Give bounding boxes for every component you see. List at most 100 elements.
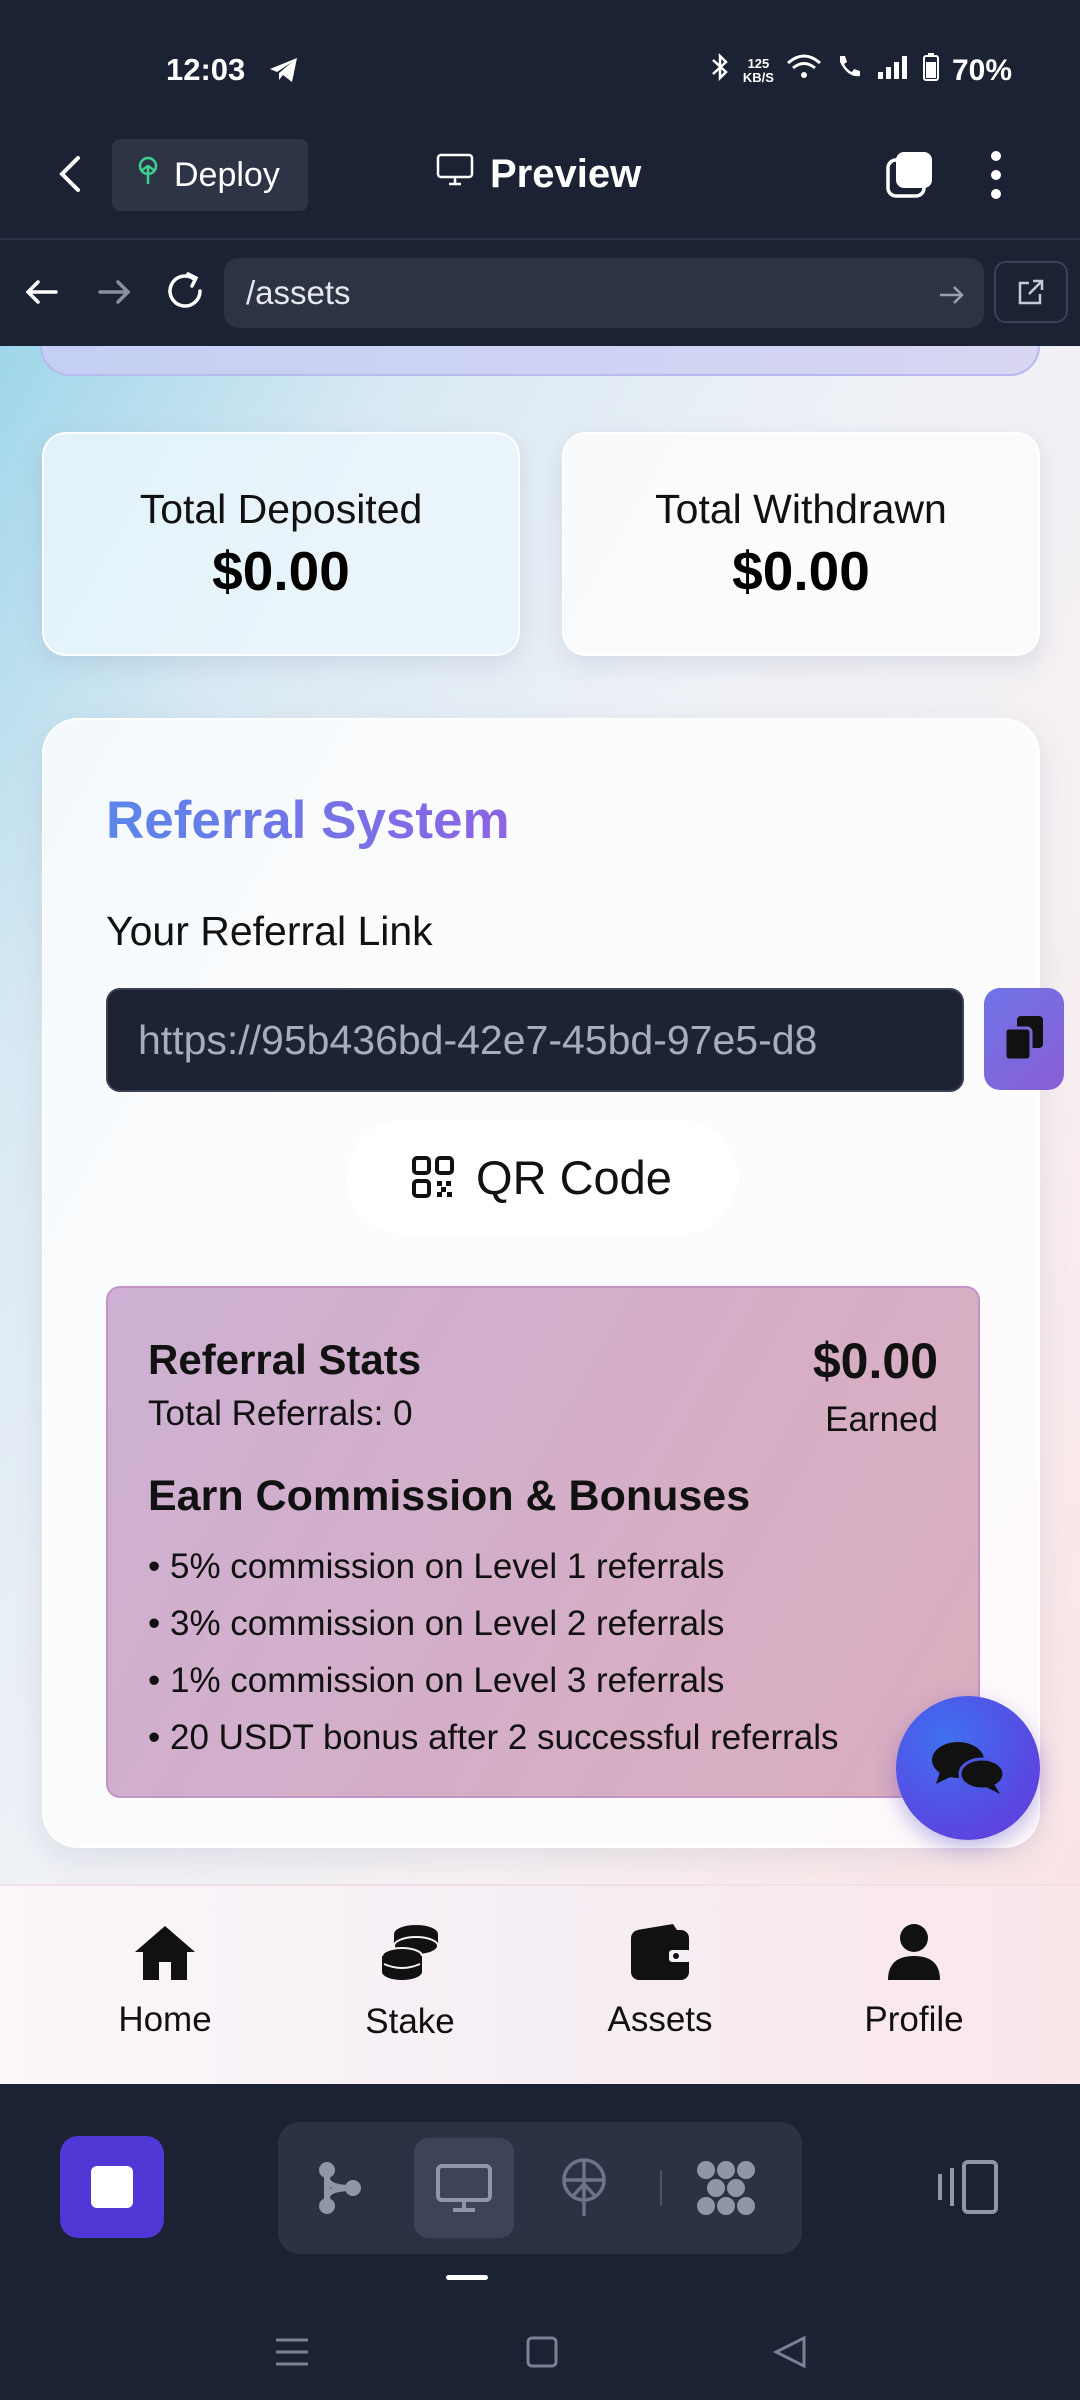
battery-icon [922,52,940,90]
withdrawn-label: Total Withdrawn [655,485,947,532]
triangle-back-icon [772,2335,806,2369]
browser-back-button[interactable] [20,270,64,314]
referral-stats-box: Referral Stats Total Referrals: 0 $0.00 … [106,1286,980,1798]
stop-icon [91,2166,133,2208]
wifi-icon [786,53,822,89]
system-back-button[interactable] [770,2332,810,2372]
dock-layout-button[interactable] [936,2158,1000,2216]
chat-icon [932,1742,1006,1794]
referral-title: Referral System [106,791,510,850]
commission-list: • 5% commission on Level 1 referrals • 3… [148,1538,968,1766]
menu-icon [276,2338,308,2366]
call-icon [834,52,864,90]
external-link-icon [1018,279,1044,305]
deposited-value: $0.00 [212,539,350,602]
earned-label: Earned [825,1400,938,1439]
recents-button[interactable] [272,2332,312,2372]
net-speed-value: 125 [747,56,770,71]
deploy-icon [562,2158,606,2216]
referral-stats-title: Referral Stats [148,1336,422,1383]
monitor-icon [436,2164,492,2212]
apps-grid-icon [697,2161,755,2215]
url-text: /assets [246,274,351,311]
monitor-icon [436,152,474,197]
chat-button[interactable] [896,1696,1040,1840]
preview-title: Preview [436,146,641,202]
open-external-button[interactable] [994,261,1068,323]
copy-link-button[interactable] [984,988,1064,1090]
qr-code-label: QR Code [476,1150,672,1204]
more-vertical-icon [991,151,1001,199]
square-icon [526,2336,558,2368]
user-icon [888,1924,940,1980]
battery-percent: 70% [951,54,1012,87]
status-indicators: 125 KB/S 70% [709,52,1012,90]
chevron-left-icon [59,156,80,192]
referral-link-label: Your Referral Link [106,908,433,954]
dock-deploy-button[interactable] [534,2138,634,2238]
list-item: • 3% commission on Level 2 referrals [148,1604,725,1643]
nav-stake-label: Stake [365,2002,455,2041]
reload-icon [168,272,202,308]
url-go-icon[interactable] [936,280,966,310]
qr-code-button[interactable]: QR Code [346,1120,738,1234]
status-bar: 12:03 125 KB/S 70% [0,0,1080,130]
nav-home-label: Home [118,2000,212,2039]
earned-amount: $0.00 [812,1333,938,1389]
dock-separator [660,2170,662,2206]
qr-code-icon [412,1156,455,1198]
total-withdrawn-card: Total Withdrawn $0.00 [562,432,1040,656]
home-button[interactable] [522,2332,562,2372]
tabs-button[interactable] [884,150,934,200]
telegram-icon [268,56,300,89]
commission-title: Earn Commission & Bonuses [148,1472,751,1520]
url-input[interactable]: /assets [224,258,984,328]
nav-profile-label: Profile [864,2000,964,2039]
home-icon [135,1926,195,1980]
page-content: Total Deposited $0.00 Total Withdrawn $0… [0,346,1080,1884]
arrow-right-icon [98,280,131,304]
dock-agent-button[interactable] [290,2138,390,2238]
reload-button[interactable] [162,268,208,314]
nav-home[interactable]: Home [65,1922,265,2040]
wallet-icon [631,1924,691,1980]
list-item: • 1% commission on Level 3 referrals [148,1661,725,1700]
system-dock [0,2084,1080,2400]
dock-toolbar [278,2122,802,2254]
stop-button[interactable] [60,2136,164,2238]
deploy-icon [134,156,162,195]
total-deposited-card: Total Deposited $0.00 [42,432,520,656]
nav-profile[interactable]: Profile [814,1922,1014,2040]
tabs-icon [886,152,932,198]
agent-icon [319,2162,361,2214]
list-item: • 5% commission on Level 1 referrals [148,1547,725,1586]
referral-link-input[interactable]: https://95b436bd-42e7-45bd-97e5-d8 [106,988,964,1092]
deposited-label: Total Deposited [139,485,423,532]
back-button[interactable] [50,152,94,196]
browser-forward-button[interactable] [92,270,136,314]
nav-assets-label: Assets [607,2000,713,2039]
coins-icon [381,1925,439,1980]
previous-card-edge [40,346,1040,376]
signal-icon [876,54,910,88]
net-speed-unit: KB/S [742,70,774,85]
status-time: 12:03 [166,52,246,87]
copy-icon [1003,1016,1043,1062]
nav-assets[interactable]: Assets [560,1922,760,2040]
nav-stake[interactable]: Stake [310,1922,510,2042]
sidebar-toggle-icon [938,2160,998,2214]
total-referrals: Total Referrals: 0 [148,1394,413,1433]
net-speed: 125 KB/S [743,57,774,85]
dock-apps-button[interactable] [676,2138,776,2238]
home-indicator [446,2275,488,2280]
deploy-label: Deploy [174,155,280,194]
referral-card: Referral System Your Referral Link https… [42,718,1064,1848]
arrow-left-icon [25,280,58,304]
list-item: • 20 USDT bonus after 2 successful refer… [148,1718,839,1757]
withdrawn-value: $0.00 [732,539,870,602]
more-options-button[interactable] [984,148,1008,202]
dock-preview-button[interactable] [414,2138,514,2238]
deploy-button[interactable]: Deploy [112,139,308,211]
bluetooth-icon [709,52,731,90]
bottom-nav: Home Stake Assets Profile [0,1884,1080,2084]
